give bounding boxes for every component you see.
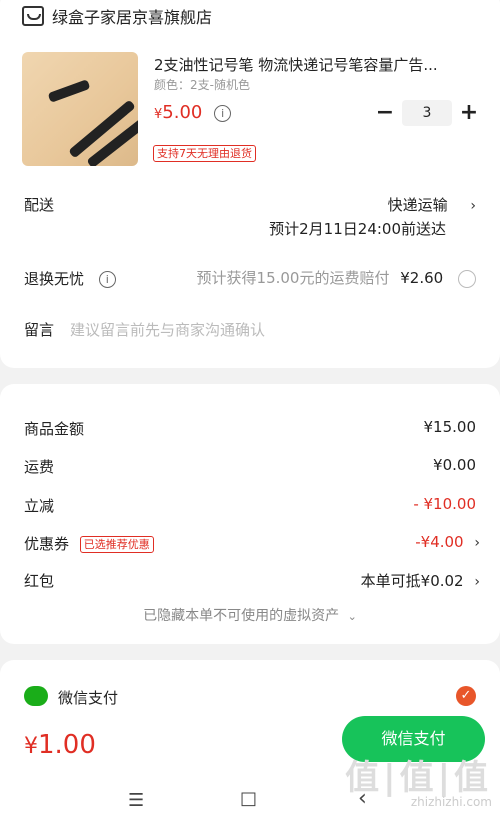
price-value: 5.00 [162,102,203,123]
marker-cap [47,79,91,103]
message-label: 留言 [24,321,55,339]
chevron-right-icon: › [474,574,480,590]
delivery-method-text: 快递运输 [387,196,448,214]
return-policy-badge: 支持7天无理由退货 [153,145,256,162]
coupon-badge: 已选推荐优惠 [79,536,154,553]
quantity-stepper: − 3 + [374,100,480,126]
menu-icon[interactable]: ☰ [128,790,144,811]
payment-selected-check-icon[interactable]: ✓ [456,686,476,706]
increase-button[interactable]: + [458,102,480,124]
quantity-input[interactable]: 3 [402,100,452,126]
delivery-eta: 预计2月11日24:00前送达 [269,220,446,238]
delivery-label: 配送 [24,196,55,214]
payment-method-label[interactable]: 微信支付 [58,687,118,708]
store-header[interactable]: 绿盒子家居京喜旗舰店 [22,4,212,28]
coupon-select[interactable]: -¥4.00 › [415,533,480,551]
product-image[interactable] [22,52,138,166]
order-item-card: 绿盒子家居京喜旗舰店 2支油性记号笔 物流快递记号笔容量广告... 颜色：2支-… [0,0,500,368]
return-worry-label: 退换无忧 [24,270,85,288]
goods-amount-value: ¥15.00 [423,418,477,436]
redpacket-select[interactable]: 本单可抵¥0.02 › [361,570,480,591]
shipping-label: 运费 [24,458,55,476]
product-price: ¥5.00 i [154,102,232,123]
total-amount: ¥1.00 [24,730,96,760]
redpacket-label: 红包 [24,572,55,590]
watermark-logo: 值|值|值 [345,758,492,798]
checkout-bar: ¥1.00 微信支付 ☰ □ ‹ 值|值|值 zhizhizhi.com [0,710,500,831]
product-title[interactable]: 2支油性记号笔 物流快递记号笔容量广告... [154,54,474,75]
info-icon[interactable]: i [214,104,232,122]
watermark: 值|值|值 zhizhizhi.com [345,750,492,809]
total-value: 1.00 [38,730,96,760]
info-icon[interactable]: i [98,271,116,288]
return-worry-price: ¥2.60 [400,269,444,287]
coupon-row: 优惠券 已选推荐优惠 [24,533,154,554]
shipping-value: ¥0.00 [433,456,476,474]
discount-label: 立减 [24,497,55,515]
wechat-pay-icon [24,686,48,706]
redpacket-value: 本单可抵¥0.02 [360,572,464,590]
delivery-method[interactable]: 快递运输 › [388,194,476,215]
coupon-value: -¥4.00 [415,533,464,551]
hidden-assets-text: 已隐藏本单不可使用的虚拟资产 [143,608,340,624]
chevron-right-icon: › [474,535,480,551]
chevron-down-icon: ⌄ [347,610,357,623]
hidden-assets-toggle[interactable]: 已隐藏本单不可使用的虚拟资产 ⌄ [0,605,500,625]
message-input[interactable]: 建议留言前先与商家沟通确认 [70,319,265,340]
store-icon [22,6,44,26]
total-symbol: ¥ [24,734,38,759]
store-name: 绿盒子家居京喜旗舰店 [52,8,213,27]
goods-amount-label: 商品金额 [24,420,85,438]
chevron-right-icon: › [470,198,476,214]
return-worry-option[interactable]: 预计获得15.00元的运费赔付 ¥2.60 [197,267,476,288]
order-summary-card: 商品金额 ¥15.00 运费 ¥0.00 立减 - ¥10.00 优惠券 已选推… [0,384,500,644]
coupon-label: 优惠券 [24,535,70,553]
decrease-button[interactable]: − [374,102,396,124]
return-worry-radio[interactable] [458,269,476,288]
product-variant[interactable]: 颜色：2支-随机色 [154,76,250,93]
discount-value: - ¥10.00 [413,495,476,513]
return-worry-row: 退换无忧 i [24,268,116,289]
home-icon[interactable]: □ [240,788,257,809]
return-worry-desc: 预计获得15.00元的运费赔付 [196,269,390,287]
